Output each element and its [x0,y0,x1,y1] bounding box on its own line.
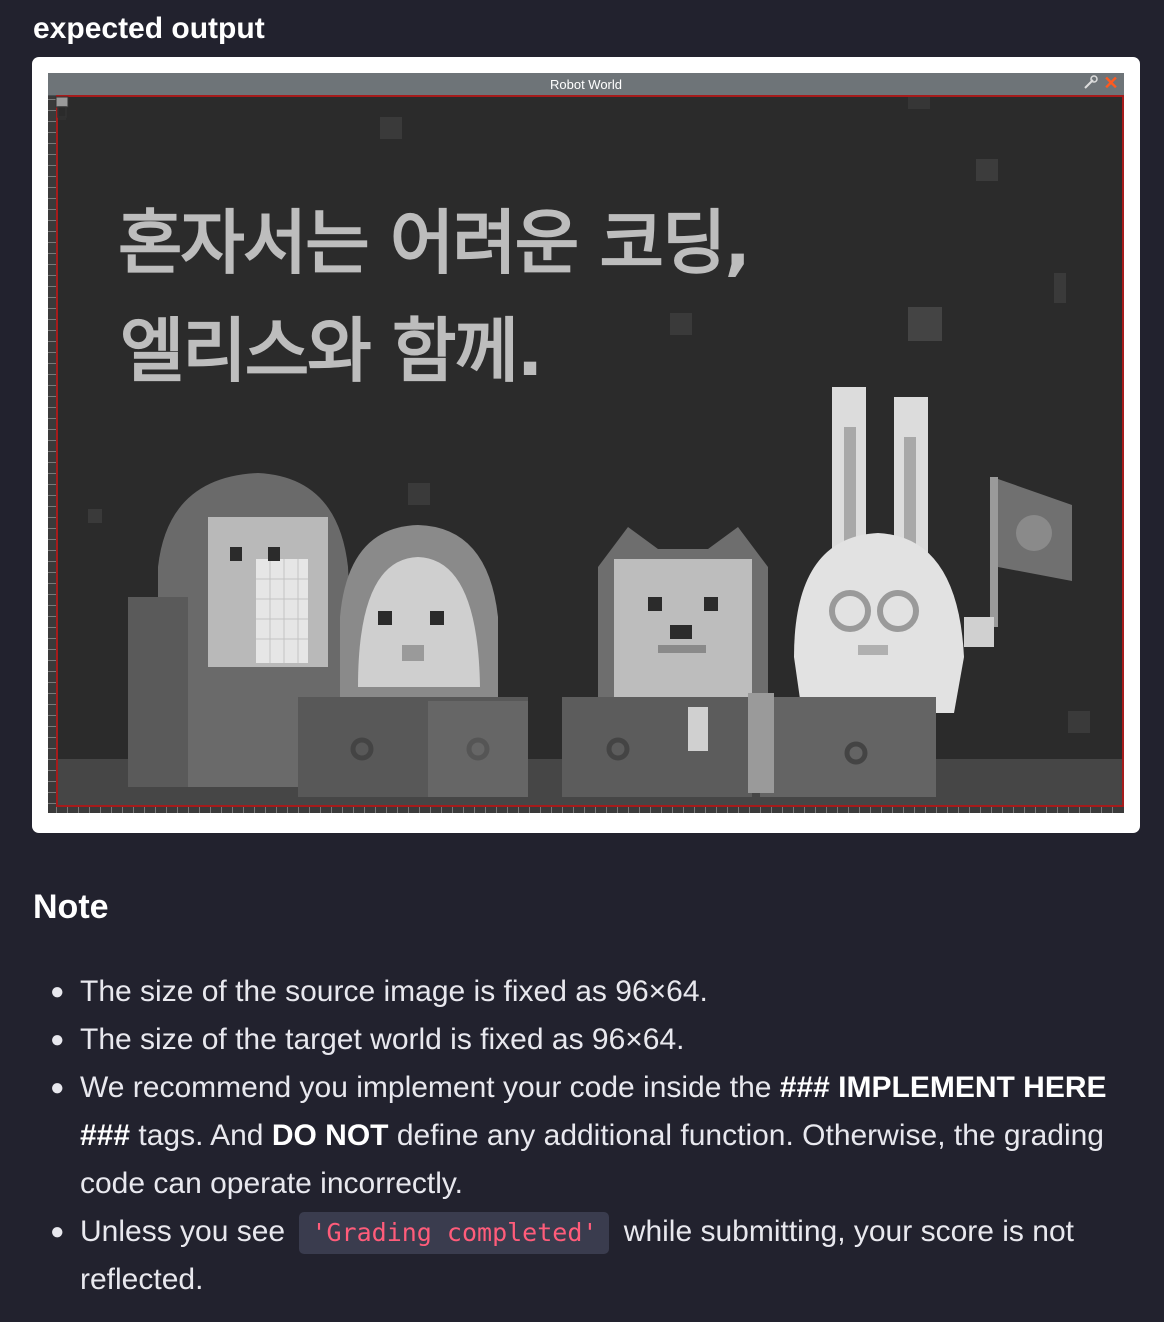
bullet-icon: ● [50,1218,65,1245]
robot-world-window: Robot World ✕ 혼자서는 어려운 코딩, 엘리스와 함께. [48,73,1124,813]
y-axis-ruler [48,99,56,811]
world-canvas: 혼자서는 어려운 코딩, 엘리스와 함께. [56,95,1124,807]
section-title: expected output [33,12,265,45]
bullet-icon: ● [50,1074,65,1101]
list-item: ● Unless you see 'Grading completed' whi… [50,1208,1140,1304]
list-item: ● The size of the target world is fixed … [50,1016,1140,1064]
grading-completed-code: 'Grading completed' [299,1212,610,1254]
list-item: ● We recommend you implement your code i… [50,1064,1140,1208]
canvas-image: 혼자서는 어려운 코딩, 엘리스와 함께. [58,97,1122,805]
laptops [298,693,936,797]
svg-text:엘리스와 함께.: 엘리스와 함께. [120,310,541,392]
window-title: Robot World [549,77,622,92]
note-title: Note [33,888,109,926]
svg-text:혼자서는 어려운 코딩,: 혼자서는 어려운 코딩, [118,202,749,284]
note-bullet-text: We recommend you implement your code ins… [80,1071,780,1104]
wrench-icon[interactable] [1082,75,1098,91]
bullet-icon: ● [50,978,65,1005]
close-icon[interactable]: ✕ [1102,74,1120,92]
note-bullet-text: The size of the target world is fixed as… [80,1023,685,1056]
window-titlebar: Robot World ✕ [48,73,1124,96]
note-bullet-text: The size of the source image is fixed as… [80,975,708,1008]
output-image-card: Robot World ✕ 혼자서는 어려운 코딩, 엘리스와 함께. [32,57,1140,833]
note-bullet-text: tags. And [130,1119,272,1152]
do-not-text: DO NOT [271,1119,389,1152]
note-bullet-text: Unless you see [80,1215,294,1248]
bullet-icon: ● [50,1026,65,1053]
note-list: ● The size of the source image is fixed … [50,968,1140,1304]
x-axis-ruler [56,807,1122,813]
robot-icon [55,96,69,120]
list-item: ● The size of the source image is fixed … [50,968,1140,1016]
